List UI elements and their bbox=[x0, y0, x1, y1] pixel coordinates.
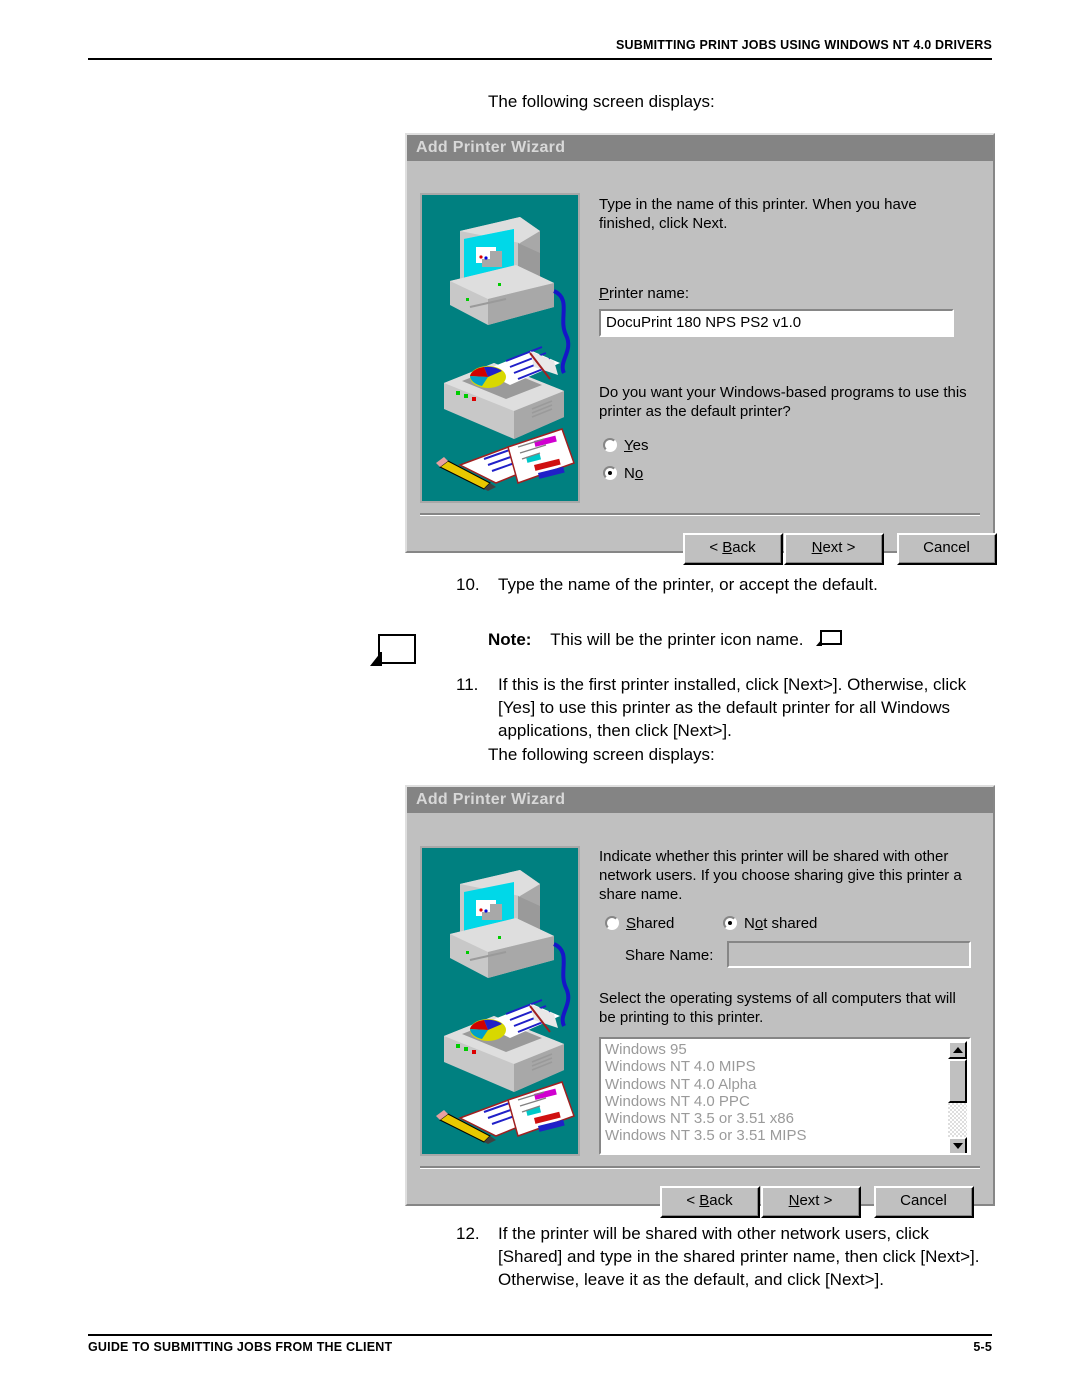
intro-text-2: The following screen displays: bbox=[488, 745, 715, 764]
step-12-text: If the printer will be shared with other… bbox=[498, 1224, 980, 1289]
os-list-item[interactable]: Windows NT 4.0 PPC bbox=[605, 1093, 969, 1110]
dialog1-title-bar: Add Printer Wizard bbox=[407, 135, 993, 161]
step-10-number: 10. bbox=[456, 575, 480, 594]
os-list-item[interactable]: Windows NT 4.0 MIPS bbox=[605, 1058, 969, 1075]
radio-not-shared-indicator[interactable] bbox=[723, 916, 737, 930]
scroll-up-arrow-icon[interactable] bbox=[948, 1041, 967, 1059]
add-printer-wizard-dialog-2[interactable]: Add Printer Wizard Indicate whether this… bbox=[405, 785, 995, 1218]
next-button-2[interactable]: Next > bbox=[761, 1186, 861, 1218]
step-12-number: 12. bbox=[456, 1224, 480, 1243]
back-button-1[interactable]: < Back bbox=[683, 533, 783, 565]
share-name-label: Share Name: bbox=[625, 947, 714, 964]
operating-systems-items[interactable]: Windows 95 Windows NT 4.0 MIPS Windows NT … bbox=[601, 1039, 969, 1145]
radio-shared[interactable]: Shared bbox=[605, 915, 674, 932]
share-name-input[interactable] bbox=[727, 941, 971, 968]
printer-illustration-2 bbox=[420, 846, 580, 1156]
printer-name-label: Printer name: bbox=[599, 285, 690, 302]
dialog2-os-instruction: Select the operating systems of all comp… bbox=[599, 990, 956, 1026]
dialog2-title-bar: Add Printer Wizard bbox=[407, 787, 993, 813]
computer-printer-artwork-icon-2 bbox=[422, 848, 578, 1154]
cancel-button-2[interactable]: Cancel bbox=[874, 1186, 974, 1218]
step-10: 10. Type the name of the printer, or acc… bbox=[456, 573, 996, 596]
next-button-1[interactable]: Next > bbox=[784, 533, 884, 565]
note-end-page-icon bbox=[816, 630, 843, 647]
step-11-text: If this is the first printer installed, … bbox=[498, 675, 967, 740]
dialog1-instruction: Type in the name of this printer. When y… bbox=[599, 196, 917, 232]
cancel-button-1[interactable]: Cancel bbox=[897, 533, 997, 565]
dialog1-separator bbox=[420, 513, 980, 516]
footer-rule bbox=[88, 1334, 992, 1336]
os-list-scrollbar[interactable] bbox=[948, 1041, 967, 1153]
scrollbar-thumb[interactable] bbox=[948, 1059, 967, 1103]
scroll-down-arrow-icon[interactable] bbox=[948, 1137, 967, 1153]
dialog1-default-question: Do you want your Windows-based programs … bbox=[599, 384, 967, 420]
dialog1-body: Type in the name of this printer. When y… bbox=[407, 161, 997, 565]
dialog2-body: Indicate whether this printer will be sh… bbox=[407, 813, 993, 1218]
note-marker-fold bbox=[370, 652, 381, 666]
os-list-item[interactable]: Windows NT 3.5 or 3.51 MIPS bbox=[605, 1127, 969, 1144]
os-list-item[interactable]: Windows NT 4.0 Alpha bbox=[605, 1076, 969, 1093]
header-rule bbox=[88, 58, 992, 60]
radio-default-yes[interactable]: Yes bbox=[603, 437, 648, 454]
note-end-fold bbox=[816, 639, 823, 646]
step-10-text: Type the name of the printer, or accept … bbox=[498, 575, 878, 594]
os-list-item[interactable]: Windows NT 3.5 or 3.51 x86 bbox=[605, 1110, 969, 1127]
footer-title: GUIDE TO SUBMITTING JOBS FROM THE CLIENT bbox=[88, 1340, 393, 1354]
note-marker-page-icon bbox=[370, 634, 416, 670]
radio-not-shared[interactable]: Not shared bbox=[723, 915, 817, 932]
radio-yes-indicator[interactable] bbox=[603, 438, 617, 452]
note-label: Note: bbox=[488, 630, 532, 649]
radio-no-indicator[interactable] bbox=[603, 466, 617, 480]
page-running-header: SUBMITTING PRINT JOBS USING WINDOWS NT 4… bbox=[616, 38, 992, 52]
step-11: 11. If this is the first printer install… bbox=[456, 673, 991, 742]
note-end-sheet bbox=[820, 630, 843, 645]
note-marker-sheet bbox=[378, 634, 416, 664]
radio-default-no[interactable]: No bbox=[603, 465, 643, 482]
back-button-2[interactable]: < Back bbox=[660, 1186, 760, 1218]
dialog2-instruction: Indicate whether this printer will be sh… bbox=[599, 848, 962, 903]
page-running-footer: 5-5 GUIDE TO SUBMITTING JOBS FROM THE CL… bbox=[88, 1340, 992, 1354]
note-text: This will be the printer icon name. bbox=[550, 630, 804, 649]
radio-shared-indicator[interactable] bbox=[605, 916, 619, 930]
note-row: Note: This will be the printer icon name… bbox=[488, 628, 843, 651]
dialog2-separator bbox=[420, 1166, 980, 1169]
intro-text-1: The following screen displays: bbox=[488, 92, 715, 111]
add-printer-wizard-dialog-1[interactable]: Add Printer Wizard Type in the name of t… bbox=[405, 133, 997, 565]
page-number: 5-5 bbox=[973, 1340, 992, 1354]
printer-illustration-1 bbox=[420, 193, 580, 503]
os-list-item[interactable]: Windows 95 bbox=[605, 1041, 969, 1058]
printer-name-input[interactable]: DocuPrint 180 NPS PS2 v1.0 bbox=[599, 309, 954, 337]
operating-systems-list[interactable]: Windows 95 Windows NT 4.0 MIPS Windows NT … bbox=[599, 1037, 971, 1155]
computer-printer-artwork-icon bbox=[422, 195, 578, 501]
step-12: 12. If the printer will be shared with o… bbox=[456, 1222, 991, 1291]
step-11-number: 11. bbox=[456, 675, 479, 694]
